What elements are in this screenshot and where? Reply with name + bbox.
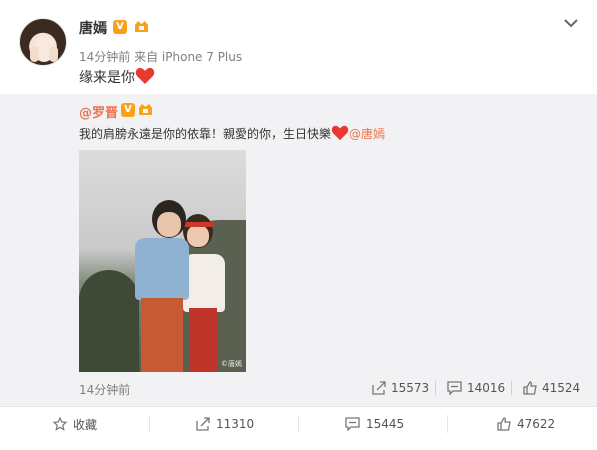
member-crown-icon — [139, 104, 152, 115]
repost-button[interactable]: 11310 — [196, 416, 254, 432]
share-icon — [196, 417, 210, 431]
thumbs-up-icon — [523, 381, 537, 395]
star-icon — [53, 417, 67, 431]
repost-comments-count: 14016 — [467, 381, 506, 395]
divider — [447, 415, 448, 433]
verified-badge-icon: V — [121, 103, 135, 117]
like-button[interactable]: 47622 — [497, 416, 555, 432]
comment-button[interactable]: 15445 — [345, 416, 404, 432]
repost-text-content: 我的肩膀永遠是你的依靠！親愛的你，生日快樂 — [79, 127, 332, 141]
post-time[interactable]: 14分钟前 — [79, 50, 130, 64]
comment-icon — [345, 417, 360, 431]
chevron-down-icon[interactable] — [563, 17, 579, 29]
mention-link[interactable]: @唐嫣 — [349, 127, 385, 141]
repost-author[interactable]: @罗晋 — [79, 102, 118, 121]
post-text-content: 缘来是你 — [79, 70, 135, 86]
divider — [149, 415, 150, 433]
repost-likes-count: 41524 — [542, 381, 581, 395]
repost-comments-button[interactable]: 14016 — [447, 380, 505, 396]
repost-likes-button[interactable]: 41524 — [523, 380, 580, 396]
repost-time[interactable]: 14分钟前 — [79, 381, 130, 398]
heart-emoji-icon — [331, 125, 349, 141]
author-name[interactable]: 唐嫣 — [79, 18, 107, 38]
repost-count: 11310 — [216, 417, 255, 431]
like-count: 47622 — [517, 417, 556, 431]
share-icon — [372, 381, 386, 395]
divider — [298, 415, 299, 433]
comment-icon — [447, 381, 462, 395]
repost-reposts-count: 15573 — [391, 381, 430, 395]
repost-photo[interactable]: ©唐嫣 — [79, 150, 246, 372]
post-meta: 14分钟前 来自 iPhone 7 Plus — [79, 48, 242, 65]
post-text: 缘来是你 — [79, 67, 155, 87]
divider — [435, 381, 436, 395]
verified-badge-icon: V — [113, 20, 127, 34]
member-crown-icon — [135, 21, 148, 32]
thumbs-up-icon — [497, 417, 511, 431]
repost-text: 我的肩膀永遠是你的依靠！親愛的你，生日快樂 @唐嫣 — [79, 125, 385, 142]
heart-emoji-icon — [135, 67, 155, 84]
divider — [511, 381, 512, 395]
post-source: 来自 iPhone 7 Plus — [134, 50, 243, 64]
favorite-button[interactable]: 收藏 — [53, 416, 97, 432]
avatar[interactable] — [19, 18, 67, 66]
favorite-label: 收藏 — [73, 417, 98, 432]
repost-reposts-button[interactable]: 15573 — [372, 380, 429, 396]
comment-count: 15445 — [366, 417, 405, 431]
photo-watermark: ©唐嫣 — [221, 360, 242, 368]
